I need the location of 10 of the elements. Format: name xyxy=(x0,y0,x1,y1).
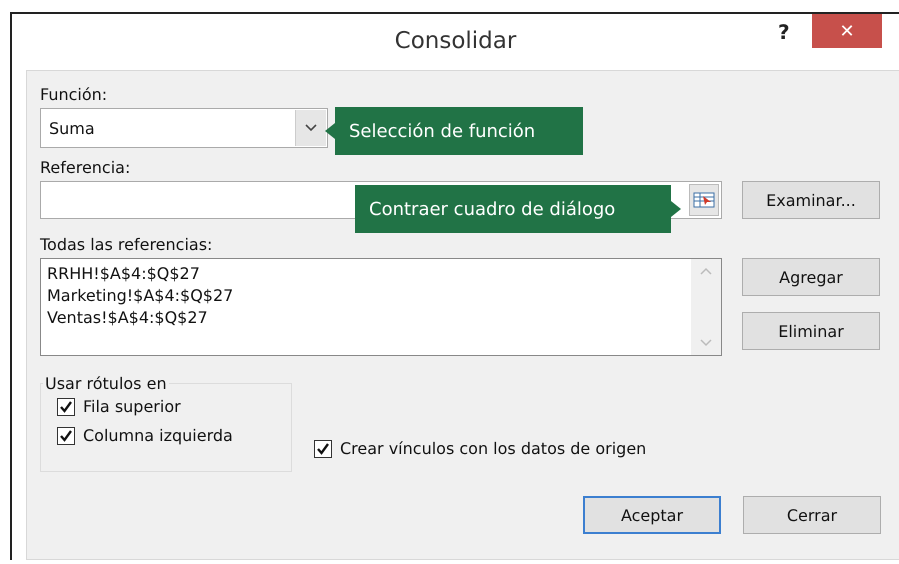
checkbox-label: Fila superior xyxy=(83,397,181,416)
checkbox-label: Crear vínculos con los datos de origen xyxy=(340,439,646,458)
checkbox-label: Columna izquierda xyxy=(83,426,233,445)
field-label: Función: xyxy=(40,85,108,104)
window-title: Consolidar xyxy=(394,28,516,54)
tooltip-callout: Selección de función xyxy=(325,107,583,155)
field-label: Referencia: xyxy=(40,158,130,177)
tooltip-callout: Contraer cuadro de diálogo xyxy=(355,185,681,233)
group-title: Usar rótulos en xyxy=(44,374,168,393)
field-label: Todas las referencias: xyxy=(40,235,212,254)
